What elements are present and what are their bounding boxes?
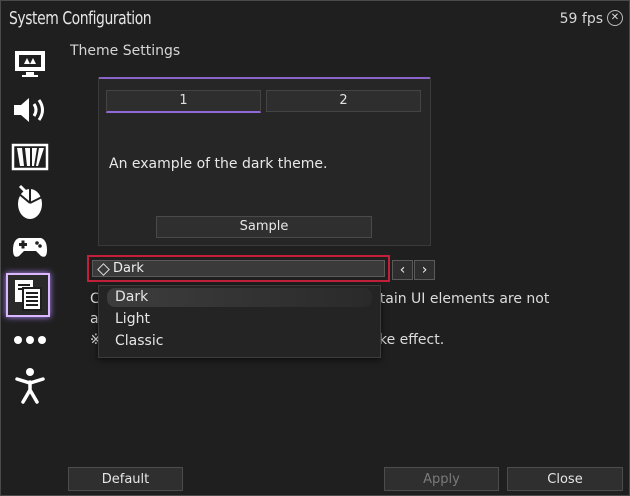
previous-theme-button[interactable]: ‹ xyxy=(392,260,413,280)
document-icon xyxy=(15,280,42,311)
sidebar-item-sound[interactable] xyxy=(10,90,50,130)
config-window: System Configuration 59 fps ✕ Theme Sett… xyxy=(0,0,630,496)
dropdown-option-dark[interactable]: Dark xyxy=(115,289,148,305)
preview-accent-line xyxy=(99,77,430,79)
preview-example-text: An example of the dark theme. xyxy=(109,156,328,172)
close-button[interactable]: Close xyxy=(507,467,623,491)
sidebar-item-mouse[interactable] xyxy=(10,182,50,222)
filter-icon xyxy=(11,143,49,171)
theme-select-value: Dark xyxy=(113,261,144,276)
fps-readout: 59 fps xyxy=(559,11,603,27)
preview-tab-1[interactable]: 1 xyxy=(106,90,261,113)
default-button[interactable]: Default xyxy=(68,467,183,491)
dropdown-option-light[interactable]: Light xyxy=(115,311,150,327)
chevron-left-icon: ‹ xyxy=(399,262,406,278)
speaker-icon xyxy=(14,98,44,122)
sidebar-item-accessibility[interactable] xyxy=(10,366,50,406)
gamepad-icon xyxy=(13,238,47,257)
apply-button[interactable]: Apply xyxy=(384,467,499,491)
description-text-end: rtain UI elements are not xyxy=(374,291,550,307)
sidebar-item-gamepad[interactable] xyxy=(10,227,50,267)
next-theme-button[interactable]: › xyxy=(414,260,435,280)
sample-button[interactable]: Sample xyxy=(156,216,372,238)
window-title: System Configuration xyxy=(9,8,152,29)
sidebar-item-graphics[interactable] xyxy=(10,137,50,177)
sidebar-item-theme[interactable] xyxy=(6,273,50,317)
mouse-icon xyxy=(17,184,43,219)
theme-preview: 1 2 An example of the dark theme. Sample xyxy=(98,77,431,246)
dropdown-option-classic[interactable]: Classic xyxy=(115,333,163,349)
select-diamond-icon xyxy=(97,263,110,276)
section-title: Theme Settings xyxy=(70,43,181,59)
theme-dropdown: Dark Light Classic xyxy=(98,285,381,358)
more-icon xyxy=(14,336,46,344)
note-text-end: ke effect. xyxy=(379,332,445,348)
theme-select-highlight: Dark xyxy=(87,255,390,282)
sidebar-item-more[interactable] xyxy=(10,320,50,360)
theme-select[interactable]: Dark xyxy=(92,260,385,277)
chevron-right-icon: › xyxy=(421,262,428,278)
sidebar-item-display[interactable] xyxy=(10,44,50,84)
preview-tab-2[interactable]: 2 xyxy=(266,90,421,112)
accessibility-icon xyxy=(15,368,45,404)
close-window-icon[interactable]: ✕ xyxy=(607,10,623,26)
display-icon xyxy=(15,51,45,77)
